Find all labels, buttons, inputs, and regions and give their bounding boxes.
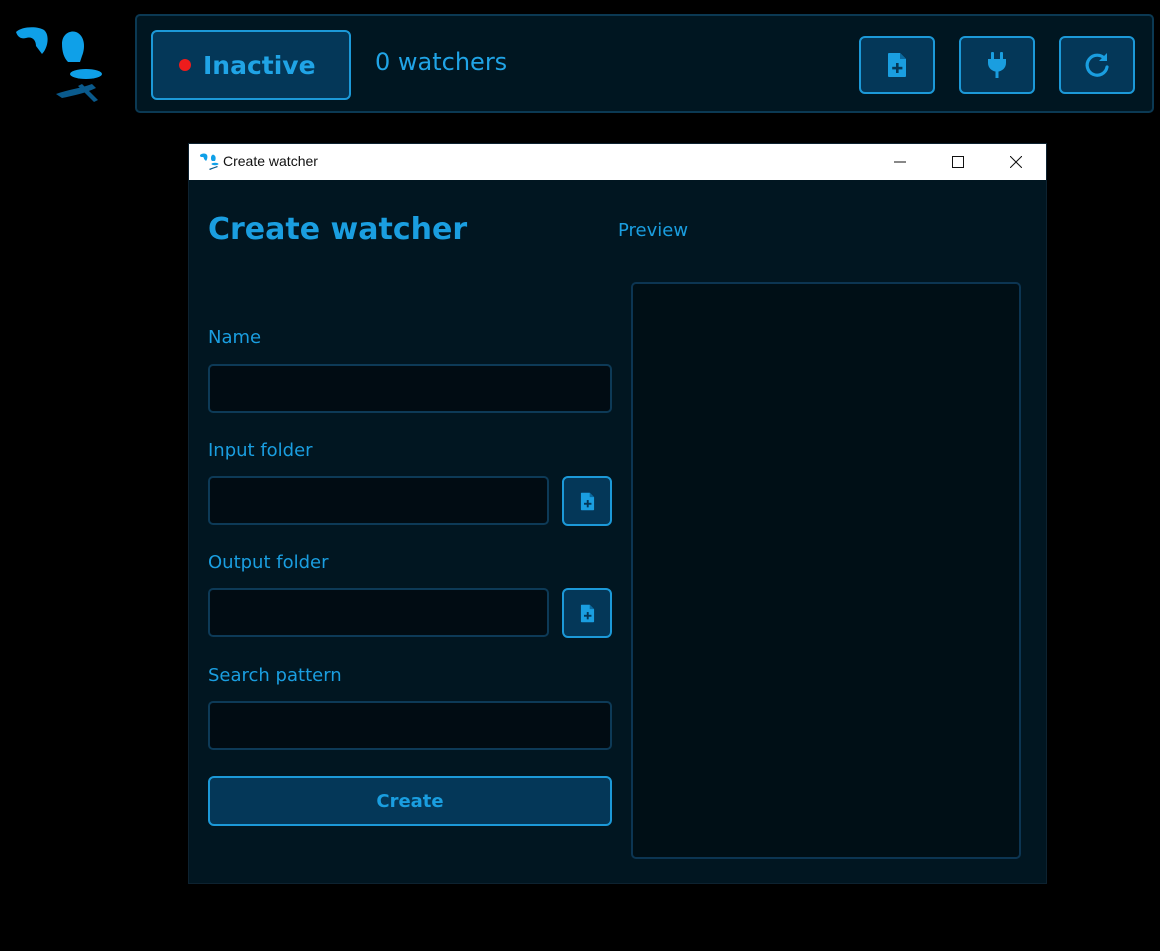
output-folder-input[interactable]: [208, 588, 549, 637]
close-button[interactable]: [987, 144, 1045, 180]
preview-panel: [631, 282, 1021, 859]
minimize-icon: [894, 161, 906, 163]
file-add-icon: [888, 53, 906, 77]
file-add-icon: [580, 492, 594, 510]
refresh-button[interactable]: [1059, 36, 1135, 94]
app-icon: [200, 153, 219, 170]
input-folder-input[interactable]: [208, 476, 549, 525]
create-button[interactable]: Create: [208, 776, 612, 826]
app-logo-icon: [12, 26, 108, 104]
preview-label: Preview: [618, 220, 689, 241]
watcher-count: 0 watchers: [375, 48, 508, 76]
top-toolbar: Inactive 0 watchers: [135, 14, 1154, 113]
dialog-heading: Create watcher: [208, 212, 468, 247]
input-folder-label: Input folder: [208, 440, 313, 461]
status-button[interactable]: Inactive: [151, 30, 351, 100]
search-pattern-input[interactable]: [208, 701, 612, 750]
file-add-icon: [580, 604, 594, 622]
connect-button[interactable]: [959, 36, 1035, 94]
window-titlebar[interactable]: Create watcher: [189, 144, 1046, 180]
status-label: Inactive: [203, 50, 316, 80]
name-label: Name: [208, 327, 262, 348]
window-title: Create watcher: [223, 153, 318, 169]
create-watcher-dialog: Create watcher Create watcher Preview Na…: [188, 143, 1047, 884]
name-input[interactable]: [208, 364, 612, 413]
minimize-button[interactable]: [871, 144, 929, 180]
new-watcher-button[interactable]: [859, 36, 935, 94]
search-pattern-label: Search pattern: [208, 665, 342, 686]
browse-output-folder-button[interactable]: [562, 588, 612, 638]
maximize-icon: [952, 156, 964, 168]
plug-icon: [988, 52, 1006, 78]
status-indicator: [179, 59, 191, 71]
output-folder-label: Output folder: [208, 552, 329, 573]
browse-input-folder-button[interactable]: [562, 476, 612, 526]
refresh-icon: [1085, 53, 1109, 77]
close-icon: [1010, 156, 1022, 168]
maximize-button[interactable]: [929, 144, 987, 180]
